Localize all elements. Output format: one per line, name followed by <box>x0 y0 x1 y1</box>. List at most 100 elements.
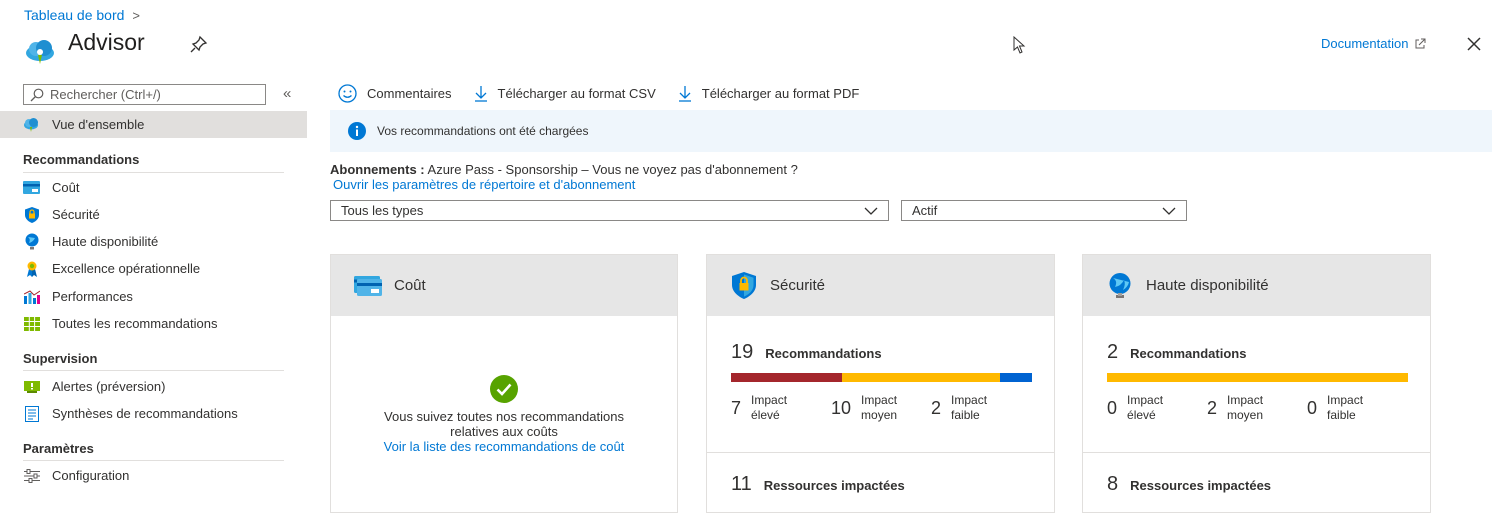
impact-bar-segment <box>731 373 842 382</box>
card-title: Coût <box>394 277 426 294</box>
impact-label-line1: Impact <box>861 393 898 407</box>
section-divider <box>23 460 284 461</box>
download-csv-button[interactable]: Télécharger au format CSV <box>474 85 656 102</box>
recommendations-count: 2 <box>1107 341 1119 363</box>
sidebar-item-high-availability[interactable]: Haute disponibilité <box>0 228 307 255</box>
smiley-icon <box>338 84 357 103</box>
sidebar-item-security[interactable]: Sécurité <box>0 201 307 228</box>
impact-low: 2 Impact faible <box>931 393 1031 423</box>
directory-settings-link[interactable]: Ouvrir les paramètres de répertoire et d… <box>333 177 635 192</box>
alert-icon <box>23 378 40 395</box>
impact-count: 2 <box>931 397 942 418</box>
impact-low: 0 Impact faible <box>1307 393 1407 423</box>
impacted-resources-row: 8 Ressources impactées <box>1107 473 1271 496</box>
sidebar-item-operational-excellence[interactable]: Excellence opérationnelle <box>0 255 307 282</box>
card-title: Sécurité <box>770 277 826 294</box>
recommendations-count-row: 2 Recommandations <box>1107 341 1246 364</box>
globe-icon <box>23 233 40 250</box>
card-divider <box>707 452 1054 453</box>
impacted-resources-count: 8 <box>1107 473 1119 495</box>
impact-count: 0 <box>1307 397 1318 418</box>
sidebar-item-cost[interactable]: Coût <box>0 174 307 201</box>
high-availability-card[interactable]: Haute disponibilité 2 Recommandations 0 … <box>1082 254 1431 513</box>
security-card[interactable]: Sécurité 19 Recommandations 7 Impact élev… <box>706 254 1055 513</box>
advisor-cloud-icon <box>26 40 54 64</box>
cost-message-line1: Vous suivez toutes nos recommandations <box>384 409 624 424</box>
impact-bar <box>731 373 1032 382</box>
impact-label: Impact élevé <box>1127 393 1163 423</box>
impact-label-line2: moyen <box>1227 408 1264 422</box>
impact-label-line1: Impact <box>1127 393 1164 407</box>
sidebar-item-overview[interactable]: Vue d'ensemble <box>0 111 307 138</box>
download-csv-label: Télécharger au format CSV <box>497 86 656 101</box>
sidebar-item-all-recommendations[interactable]: Toutes les recommandations <box>0 310 307 337</box>
chevron-down-icon <box>1162 207 1176 215</box>
info-message-bar: Vos recommandations ont été chargées <box>330 110 1492 152</box>
documentation-link[interactable]: Documentation <box>1321 36 1426 51</box>
globe-icon <box>1106 272 1134 300</box>
impacted-resources-label: Ressources impactées <box>763 478 905 493</box>
sidebar-item-configuration[interactable]: Configuration <box>0 462 307 489</box>
type-filter-dropdown[interactable]: Tous les types <box>330 200 889 221</box>
sidebar-item-label: Alertes (préversion) <box>52 379 166 394</box>
sidebar-item-performance[interactable]: Performances <box>0 283 307 310</box>
search-placeholder: Rechercher (Ctrl+/) <box>50 87 161 102</box>
pin-icon[interactable] <box>190 35 208 53</box>
card-title: Haute disponibilité <box>1146 277 1269 294</box>
impact-bar-segment <box>841 373 1001 382</box>
search-input[interactable]: Rechercher (Ctrl+/) <box>23 84 266 105</box>
section-divider <box>23 172 284 173</box>
sidebar-item-digests[interactable]: Synthèses de recommandations <box>0 400 307 427</box>
impact-count: 2 <box>1207 397 1218 418</box>
sidebar-item-label: Synthèses de recommandations <box>52 406 238 421</box>
settings-sliders-icon <box>23 467 40 484</box>
mouse-cursor-icon <box>1013 36 1026 54</box>
sidebar-item-label: Toutes les recommandations <box>52 316 218 331</box>
download-icon <box>474 86 487 102</box>
impact-count: 10 <box>831 397 852 418</box>
sidebar-item-label: Excellence opérationnelle <box>52 261 201 276</box>
impact-label: Impact élevé <box>751 393 787 423</box>
advisor-cloud-icon <box>23 116 40 133</box>
sidebar-item-alerts[interactable]: Alertes (préversion) <box>0 373 307 400</box>
ribbon-icon <box>23 260 40 277</box>
impact-label: Impact moyen <box>861 393 897 423</box>
subscriptions-label: Abonnements : <box>330 162 425 177</box>
feedback-button[interactable]: Commentaires <box>338 84 452 103</box>
impact-bar-segment <box>1000 373 1032 382</box>
impact-label-line2: élevé <box>1127 408 1156 422</box>
cost-recommendations-link[interactable]: Voir la liste des recommandations de coû… <box>331 439 677 454</box>
info-message: Vos recommandations ont été chargées <box>377 124 589 138</box>
recommendations-count: 19 <box>731 341 754 363</box>
section-divider <box>23 370 284 371</box>
sidebar-item-label: Haute disponibilité <box>52 234 159 249</box>
impact-label-line1: Impact <box>1227 393 1264 407</box>
section-title-supervision: Supervision <box>23 351 98 366</box>
status-filter-value: Actif <box>912 203 938 218</box>
recommendations-label: Recommandations <box>765 346 882 361</box>
card-header: Haute disponibilité <box>1083 255 1430 316</box>
recommendations-label: Recommandations <box>1130 346 1247 361</box>
documentation-label: Documentation <box>1321 36 1409 51</box>
impact-medium: 2 Impact moyen <box>1207 393 1307 423</box>
impact-high: 7 Impact élevé <box>731 393 831 423</box>
performance-chart-icon <box>23 288 40 305</box>
status-filter-dropdown[interactable]: Actif <box>901 200 1187 221</box>
close-icon[interactable] <box>1466 36 1482 52</box>
grid-icon <box>23 315 40 332</box>
cost-message-line2: relatives aux coûts <box>450 424 558 439</box>
impact-label-line2: faible <box>951 408 980 422</box>
impact-label-line1: Impact <box>951 393 988 407</box>
info-icon <box>348 122 366 140</box>
download-pdf-button[interactable]: Télécharger au format PDF <box>678 85 859 102</box>
collapse-sidebar-button[interactable]: « <box>283 85 291 102</box>
impact-count: 0 <box>1107 397 1118 418</box>
success-check-icon <box>490 375 518 403</box>
impacted-resources-row: 11 Ressources impactées <box>731 473 905 496</box>
card-header: Coût <box>331 255 677 316</box>
download-icon <box>678 86 691 102</box>
sidebar-item-label: Sécurité <box>52 207 100 222</box>
breadcrumb-dashboard-link[interactable]: Tableau de bord <box>24 7 124 23</box>
card-divider <box>1083 452 1430 453</box>
cost-card[interactable]: Coût Vous suivez toutes nos recommandati… <box>330 254 678 513</box>
